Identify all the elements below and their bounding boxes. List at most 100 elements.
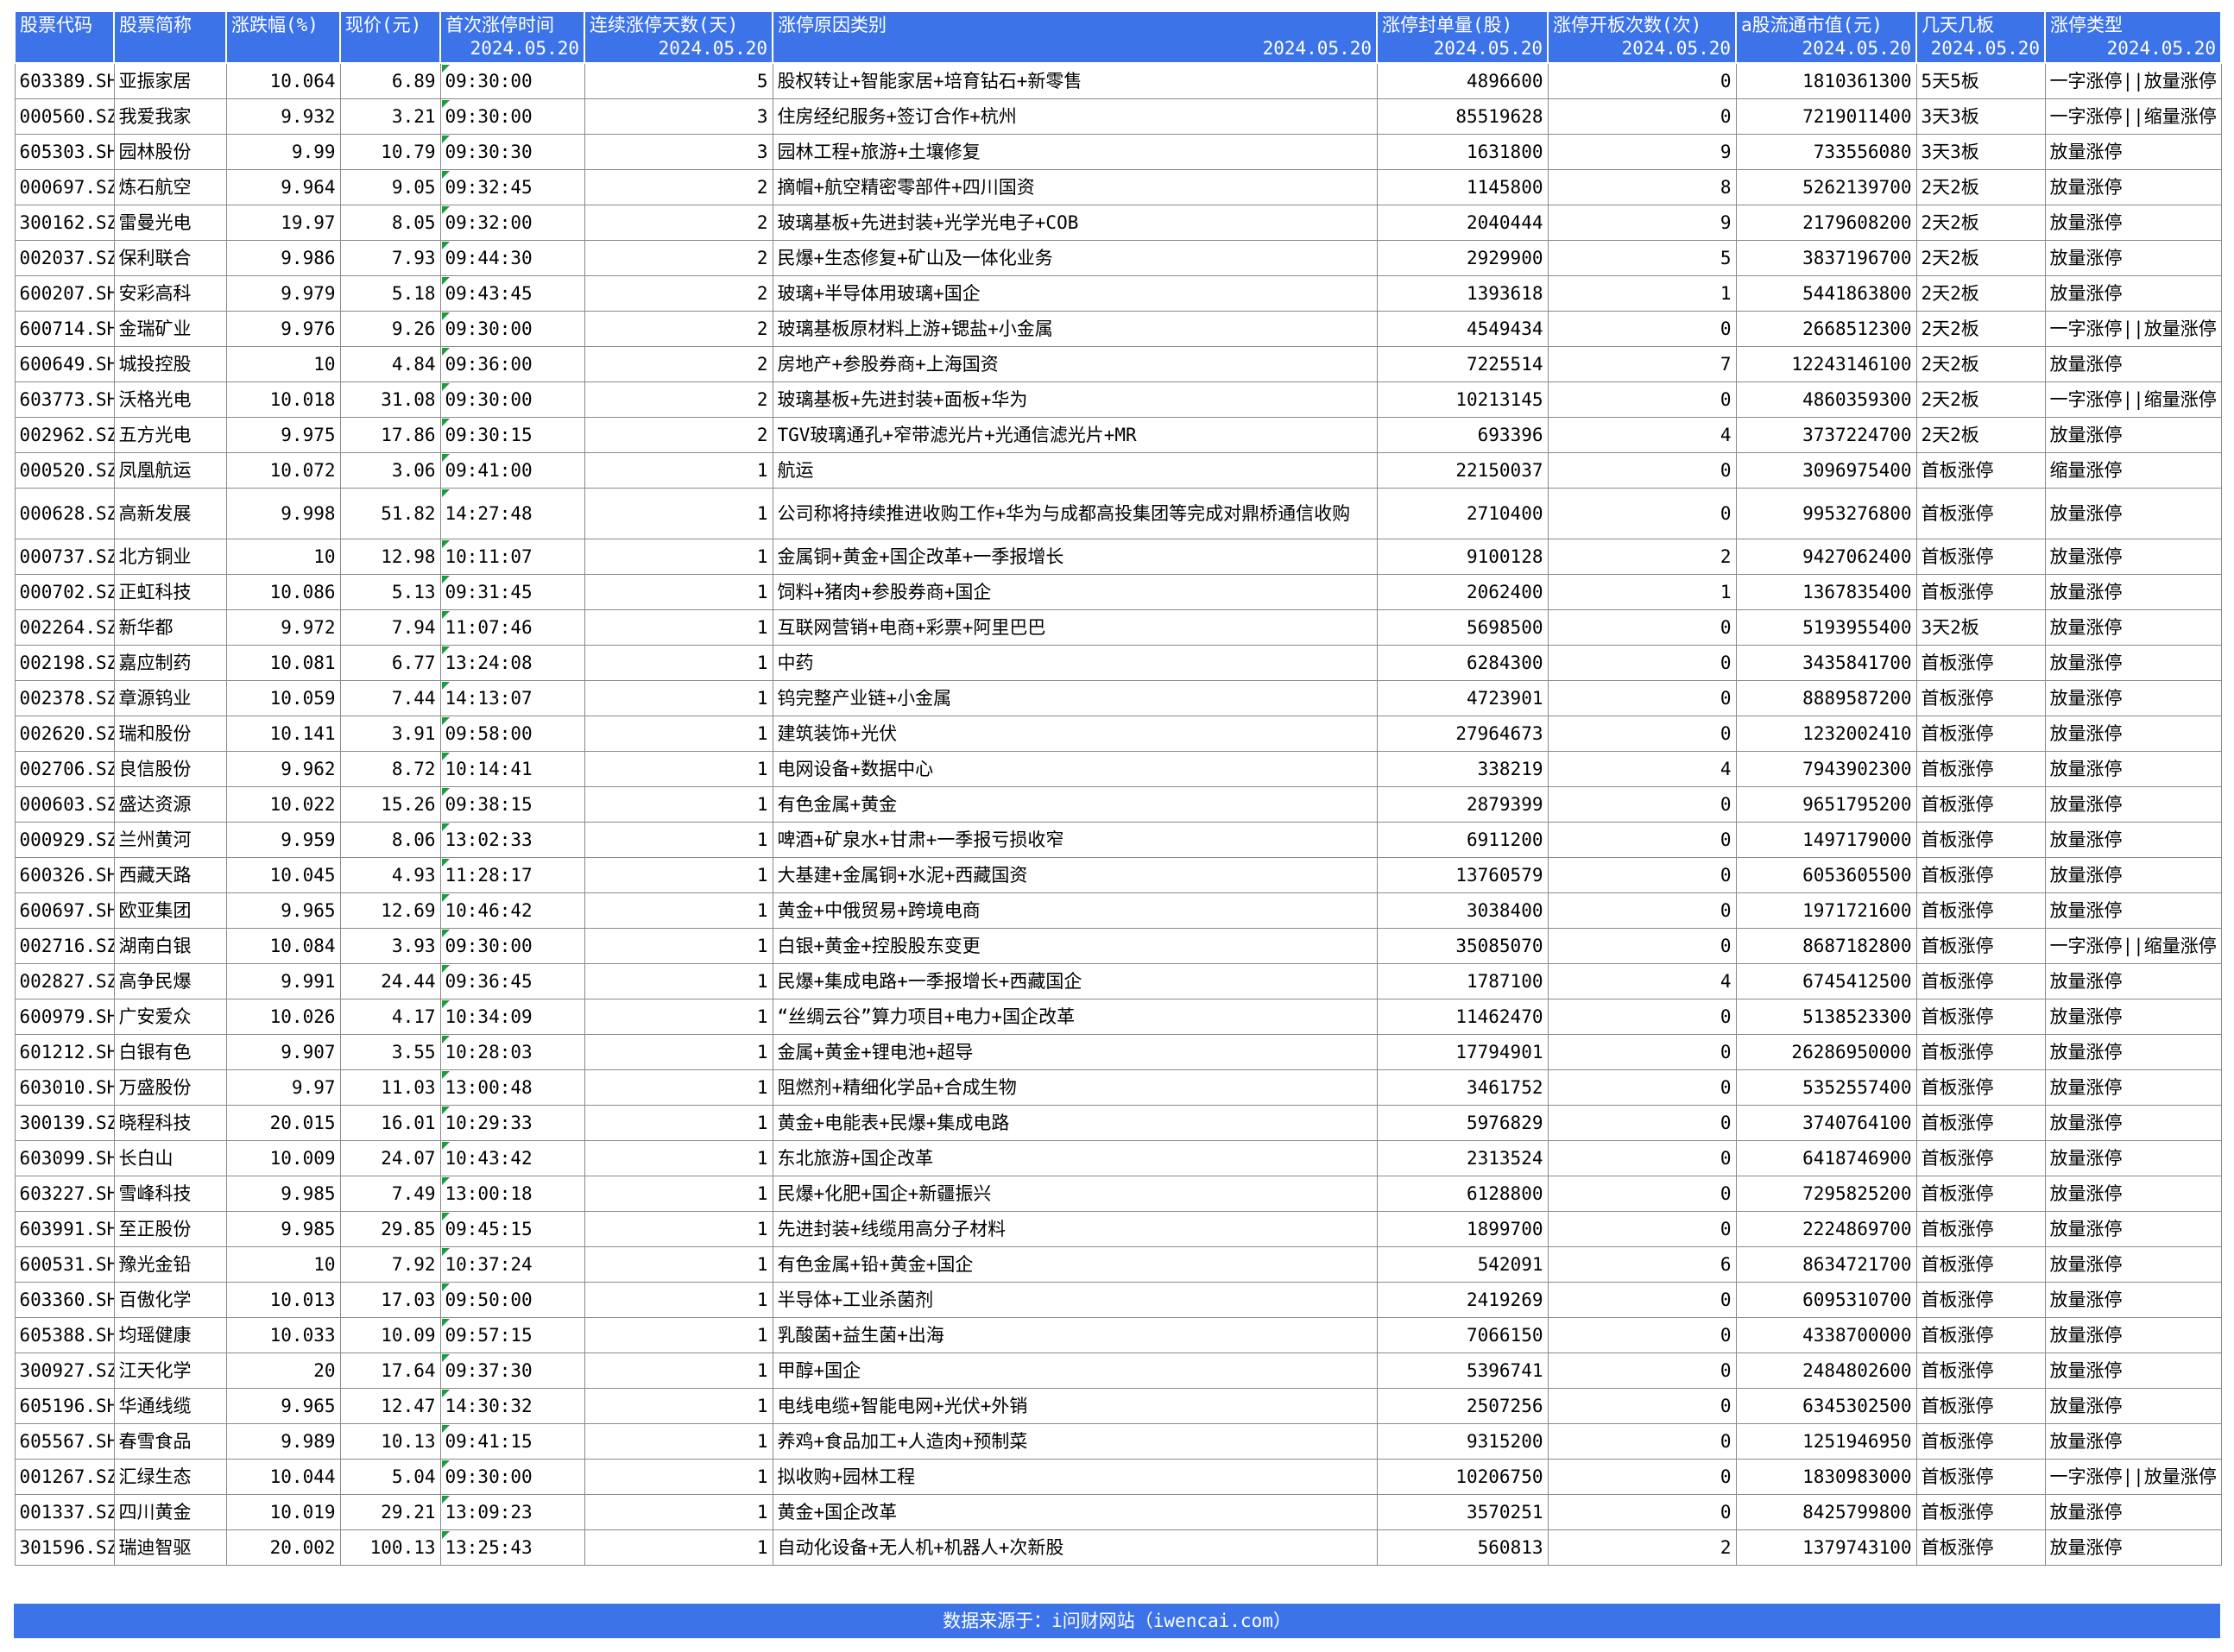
consecutive-days-cell: 1	[584, 1282, 773, 1318]
seal-volume-cell: 2040444	[1376, 205, 1549, 241]
column-header[interactable]: 涨停封单量(股) 2024.05.20	[1376, 10, 1549, 64]
table-row[interactable]: 600649.SH 城投控股 10 4.84 09:36:00 2 房地产+参股券商+上海国…	[14, 346, 2222, 382]
float-market-cap-cell: 733556080	[1735, 134, 1917, 170]
table-row[interactable]: 002706.SZ 良信股份 9.962 8.72 10:14:41 1 电网设备+数据中心…	[14, 751, 2222, 787]
table-row[interactable]: 603360.SH 百傲化学 10.013 17.03 09:50:00 1 半导体+工业杀…	[14, 1282, 2222, 1318]
table-row[interactable]: 000697.SZ 炼石航空 9.964 9.05 09:32:45 2 摘帽+航空精密零部…	[14, 169, 2222, 205]
days-boards-cell: 首板涨停	[1915, 1352, 2046, 1389]
table-row[interactable]: 002716.SZ 湖南白银 10.084 3.93 09:30:00 1 白银+黄金+控股…	[14, 928, 2222, 964]
table-row[interactable]: 605303.SH 园林股份 9.99 10.79 09:30:30 3 园林工程+旅游+土…	[14, 134, 2222, 170]
table-row[interactable]: 002037.SZ 保利联合 9.986 7.93 09:44:30 2 民爆+生态修复+矿…	[14, 240, 2222, 276]
open-count-cell: 9	[1547, 205, 1737, 241]
price-cell: 4.17	[339, 999, 441, 1035]
column-header[interactable]: 连续涨停天数(天) 2024.05.20	[584, 10, 773, 64]
first-limit-time-cell: 09:50:00	[439, 1282, 585, 1318]
reason-cell: 玻璃基板+先进封装+面板+华为	[772, 381, 1378, 418]
open-count-cell: 0	[1547, 488, 1737, 539]
stock-code-cell: 000702.SZ	[14, 574, 115, 610]
column-header[interactable]: 涨跌幅(%)	[225, 10, 341, 64]
consecutive-days-cell: 1	[584, 892, 773, 929]
table-row[interactable]: 600531.SH 豫光金铅 10 7.92 10:37:24 1 有色金属+铅+黄金+国企…	[14, 1246, 2222, 1283]
first-limit-time-cell: 10:34:09	[439, 999, 585, 1035]
seal-volume-cell: 1145800	[1376, 169, 1549, 205]
stock-name-cell: 雷曼光电	[113, 205, 227, 241]
days-boards-cell: 首板涨停	[1915, 1282, 2046, 1318]
table-row[interactable]: 002198.SZ 嘉应制药 10.081 6.77 13:24:08 1 中药 628430…	[14, 645, 2222, 681]
stock-code-cell: 001337.SZ	[14, 1494, 115, 1530]
stock-name-cell: 至正股份	[113, 1211, 227, 1247]
table-row[interactable]: 000560.SZ 我爱我家 9.932 3.21 09:30:00 3 住房经纪服务+签订…	[14, 98, 2222, 135]
open-count-cell: 0	[1547, 928, 1737, 964]
table-row[interactable]: 002962.SZ 五方光电 9.975 17.86 09:30:15 2 TGV玻璃通孔+…	[14, 417, 2222, 453]
column-header[interactable]: 几天几板 2024.05.20	[1915, 10, 2046, 64]
price-cell: 7.44	[339, 680, 441, 716]
table-row[interactable]: 601212.SH 白银有色 9.907 3.55 10:28:03 1 金属+黄金+锂电池…	[14, 1034, 2222, 1070]
limit-type-cell: 放量涨停	[2044, 488, 2222, 539]
column-header[interactable]: 股票简称	[113, 10, 227, 64]
table-row[interactable]: 300139.SZ 晓程科技 20.015 16.01 10:29:33 1 黄金+电能表+…	[14, 1105, 2222, 1141]
table-row[interactable]: 603389.SH 亚振家居 10.064 6.89 09:30:00 5 股权转让+智能家…	[14, 62, 2222, 99]
seal-volume-cell: 10213145	[1376, 381, 1549, 418]
first-limit-time-cell: 09:44:30	[439, 240, 585, 276]
column-header[interactable]: 首次涨停时间 2024.05.20	[439, 10, 585, 64]
table-row[interactable]: 000628.SZ 高新发展 9.998 51.82 14:27:48 1 公司称将持续推进…	[14, 488, 2222, 539]
reason-cell: 先进封装+线缆用高分子材料	[772, 1211, 1378, 1247]
column-header[interactable]: a股流通市值(元) 2024.05.20	[1735, 10, 1917, 64]
column-header[interactable]: 现价(元)	[339, 10, 441, 64]
table-row[interactable]: 600326.SH 西藏天路 10.045 4.93 11:28:17 1 大基建+金属铜+…	[14, 857, 2222, 893]
float-market-cap-cell: 4338700000	[1735, 1317, 1917, 1353]
price-cell: 7.94	[339, 609, 441, 646]
table-row[interactable]: 603773.SH 沃格光电 10.018 31.08 09:30:00 2 玻璃基板+先进…	[14, 381, 2222, 418]
consecutive-days-cell: 2	[584, 381, 773, 418]
price-cell: 5.18	[339, 275, 441, 312]
table-row[interactable]: 600979.SH 广安爱众 10.026 4.17 10:34:09 1 “丝绸云谷”算力…	[14, 999, 2222, 1035]
consecutive-days-cell: 1	[584, 1423, 773, 1460]
table-row[interactable]: 000737.SZ 北方铜业 10 12.98 10:11:07 1 金属铜+黄金+国企改革…	[14, 539, 2222, 575]
days-boards-cell: 首板涨停	[1915, 822, 2046, 858]
column-header[interactable]: 涨停类型 2024.05.20	[2044, 10, 2222, 64]
limit-type-cell: 放量涨停	[2044, 1105, 2222, 1141]
float-market-cap-cell: 6418746900	[1735, 1140, 1917, 1176]
table-row[interactable]: 001337.SZ 四川黄金 10.019 29.21 13:09:23 1 黄金+国企改革…	[14, 1494, 2222, 1530]
stock-name-cell: 湖南白银	[113, 928, 227, 964]
table-row[interactable]: 605196.SH 华通线缆 9.965 12.47 14:30:32 1 电线电缆+智能电…	[14, 1388, 2222, 1424]
float-market-cap-cell: 6053605500	[1735, 857, 1917, 893]
table-row[interactable]: 002264.SZ 新华都 9.972 7.94 11:07:46 1 互联网营销+电商+彩…	[14, 609, 2222, 646]
table-row[interactable]: 300162.SZ 雷曼光电 19.97 8.05 09:32:00 2 玻璃基板+先进封装…	[14, 205, 2222, 241]
table-row[interactable]: 600207.SH 安彩高科 9.979 5.18 09:43:45 2 玻璃+半导体用玻璃…	[14, 275, 2222, 312]
days-boards-cell: 3天2板	[1915, 609, 2046, 646]
table-row[interactable]: 000520.SZ 凤凰航运 10.072 3.06 09:41:00 1 航运 221500…	[14, 452, 2222, 489]
table-row[interactable]: 301596.SZ 瑞迪智驱 20.002 100.13 13:25:43 1 自动化设备+…	[14, 1529, 2222, 1566]
open-count-cell: 4	[1547, 417, 1737, 453]
first-limit-time-cell: 13:00:18	[439, 1176, 585, 1212]
days-boards-cell: 2天2板	[1915, 381, 2046, 418]
table-row[interactable]: 002378.SZ 章源钨业 10.059 7.44 14:13:07 1 钨完整产业链+小…	[14, 680, 2222, 716]
price-cell: 8.72	[339, 751, 441, 787]
table-row[interactable]: 605388.SH 均瑶健康 10.033 10.09 09:57:15 1 乳酸菌+益生菌…	[14, 1317, 2222, 1353]
float-market-cap-cell: 3435841700	[1735, 645, 1917, 681]
table-row[interactable]: 603991.SH 至正股份 9.985 29.85 09:45:15 1 先进封装+线缆用…	[14, 1211, 2222, 1247]
table-row[interactable]: 002620.SZ 瑞和股份 10.141 3.91 09:58:00 1 建筑装饰+光伏 2…	[14, 716, 2222, 752]
open-count-cell: 8	[1547, 169, 1737, 205]
table-row[interactable]: 605567.SH 春雪食品 9.989 10.13 09:41:15 1 养鸡+食品加工+…	[14, 1423, 2222, 1460]
first-limit-time-cell: 09:30:15	[439, 417, 585, 453]
column-header[interactable]: 涨停开板次数(次) 2024.05.20	[1547, 10, 1737, 64]
first-limit-time-cell: 11:28:17	[439, 857, 585, 893]
table-row[interactable]: 001267.SZ 汇绿生态 10.044 5.04 09:30:00 1 拟收购+园林工程…	[14, 1459, 2222, 1495]
column-header[interactable]: 涨停原因类别 2024.05.20	[772, 10, 1378, 64]
table-row[interactable]: 603227.SH 雪峰科技 9.985 7.49 13:00:18 1 民爆+化肥+国企+…	[14, 1176, 2222, 1212]
open-count-cell: 0	[1547, 645, 1737, 681]
table-row[interactable]: 000603.SZ 盛达资源 10.022 15.26 09:38:15 1 有色金属+黄金…	[14, 786, 2222, 823]
table-row[interactable]: 600714.SH 金瑞矿业 9.976 9.26 09:30:00 2 玻璃基板原材料上游…	[14, 311, 2222, 347]
table-row[interactable]: 603010.SH 万盛股份 9.97 11.03 13:00:48 1 阻燃剂+精细化学品…	[14, 1069, 2222, 1106]
table-row[interactable]: 603099.SH 长白山 10.009 24.07 10:43:42 1 东北旅游+国企改…	[14, 1140, 2222, 1176]
limit-type-cell: 放量涨停	[2044, 1352, 2222, 1389]
price-cell: 17.03	[339, 1282, 441, 1318]
table-row[interactable]: 300927.SZ 江天化学 20 17.64 09:37:30 1 甲醇+国企 539674…	[14, 1352, 2222, 1389]
column-header[interactable]: 股票代码	[14, 10, 115, 64]
table-row[interactable]: 000929.SZ 兰州黄河 9.959 8.06 13:02:33 1 啤酒+矿泉水+甘肃…	[14, 822, 2222, 858]
stock-code-cell: 600979.SH	[14, 999, 115, 1035]
table-row[interactable]: 600697.SH 欧亚集团 9.965 12.69 10:46:42 1 黄金+中俄贸易+…	[14, 892, 2222, 929]
table-row[interactable]: 002827.SZ 高争民爆 9.991 24.44 09:36:45 1 民爆+集成电路+…	[14, 963, 2222, 999]
table-row[interactable]: 000702.SZ 正虹科技 10.086 5.13 09:31:45 1 饲料+猪肉+参股…	[14, 574, 2222, 610]
